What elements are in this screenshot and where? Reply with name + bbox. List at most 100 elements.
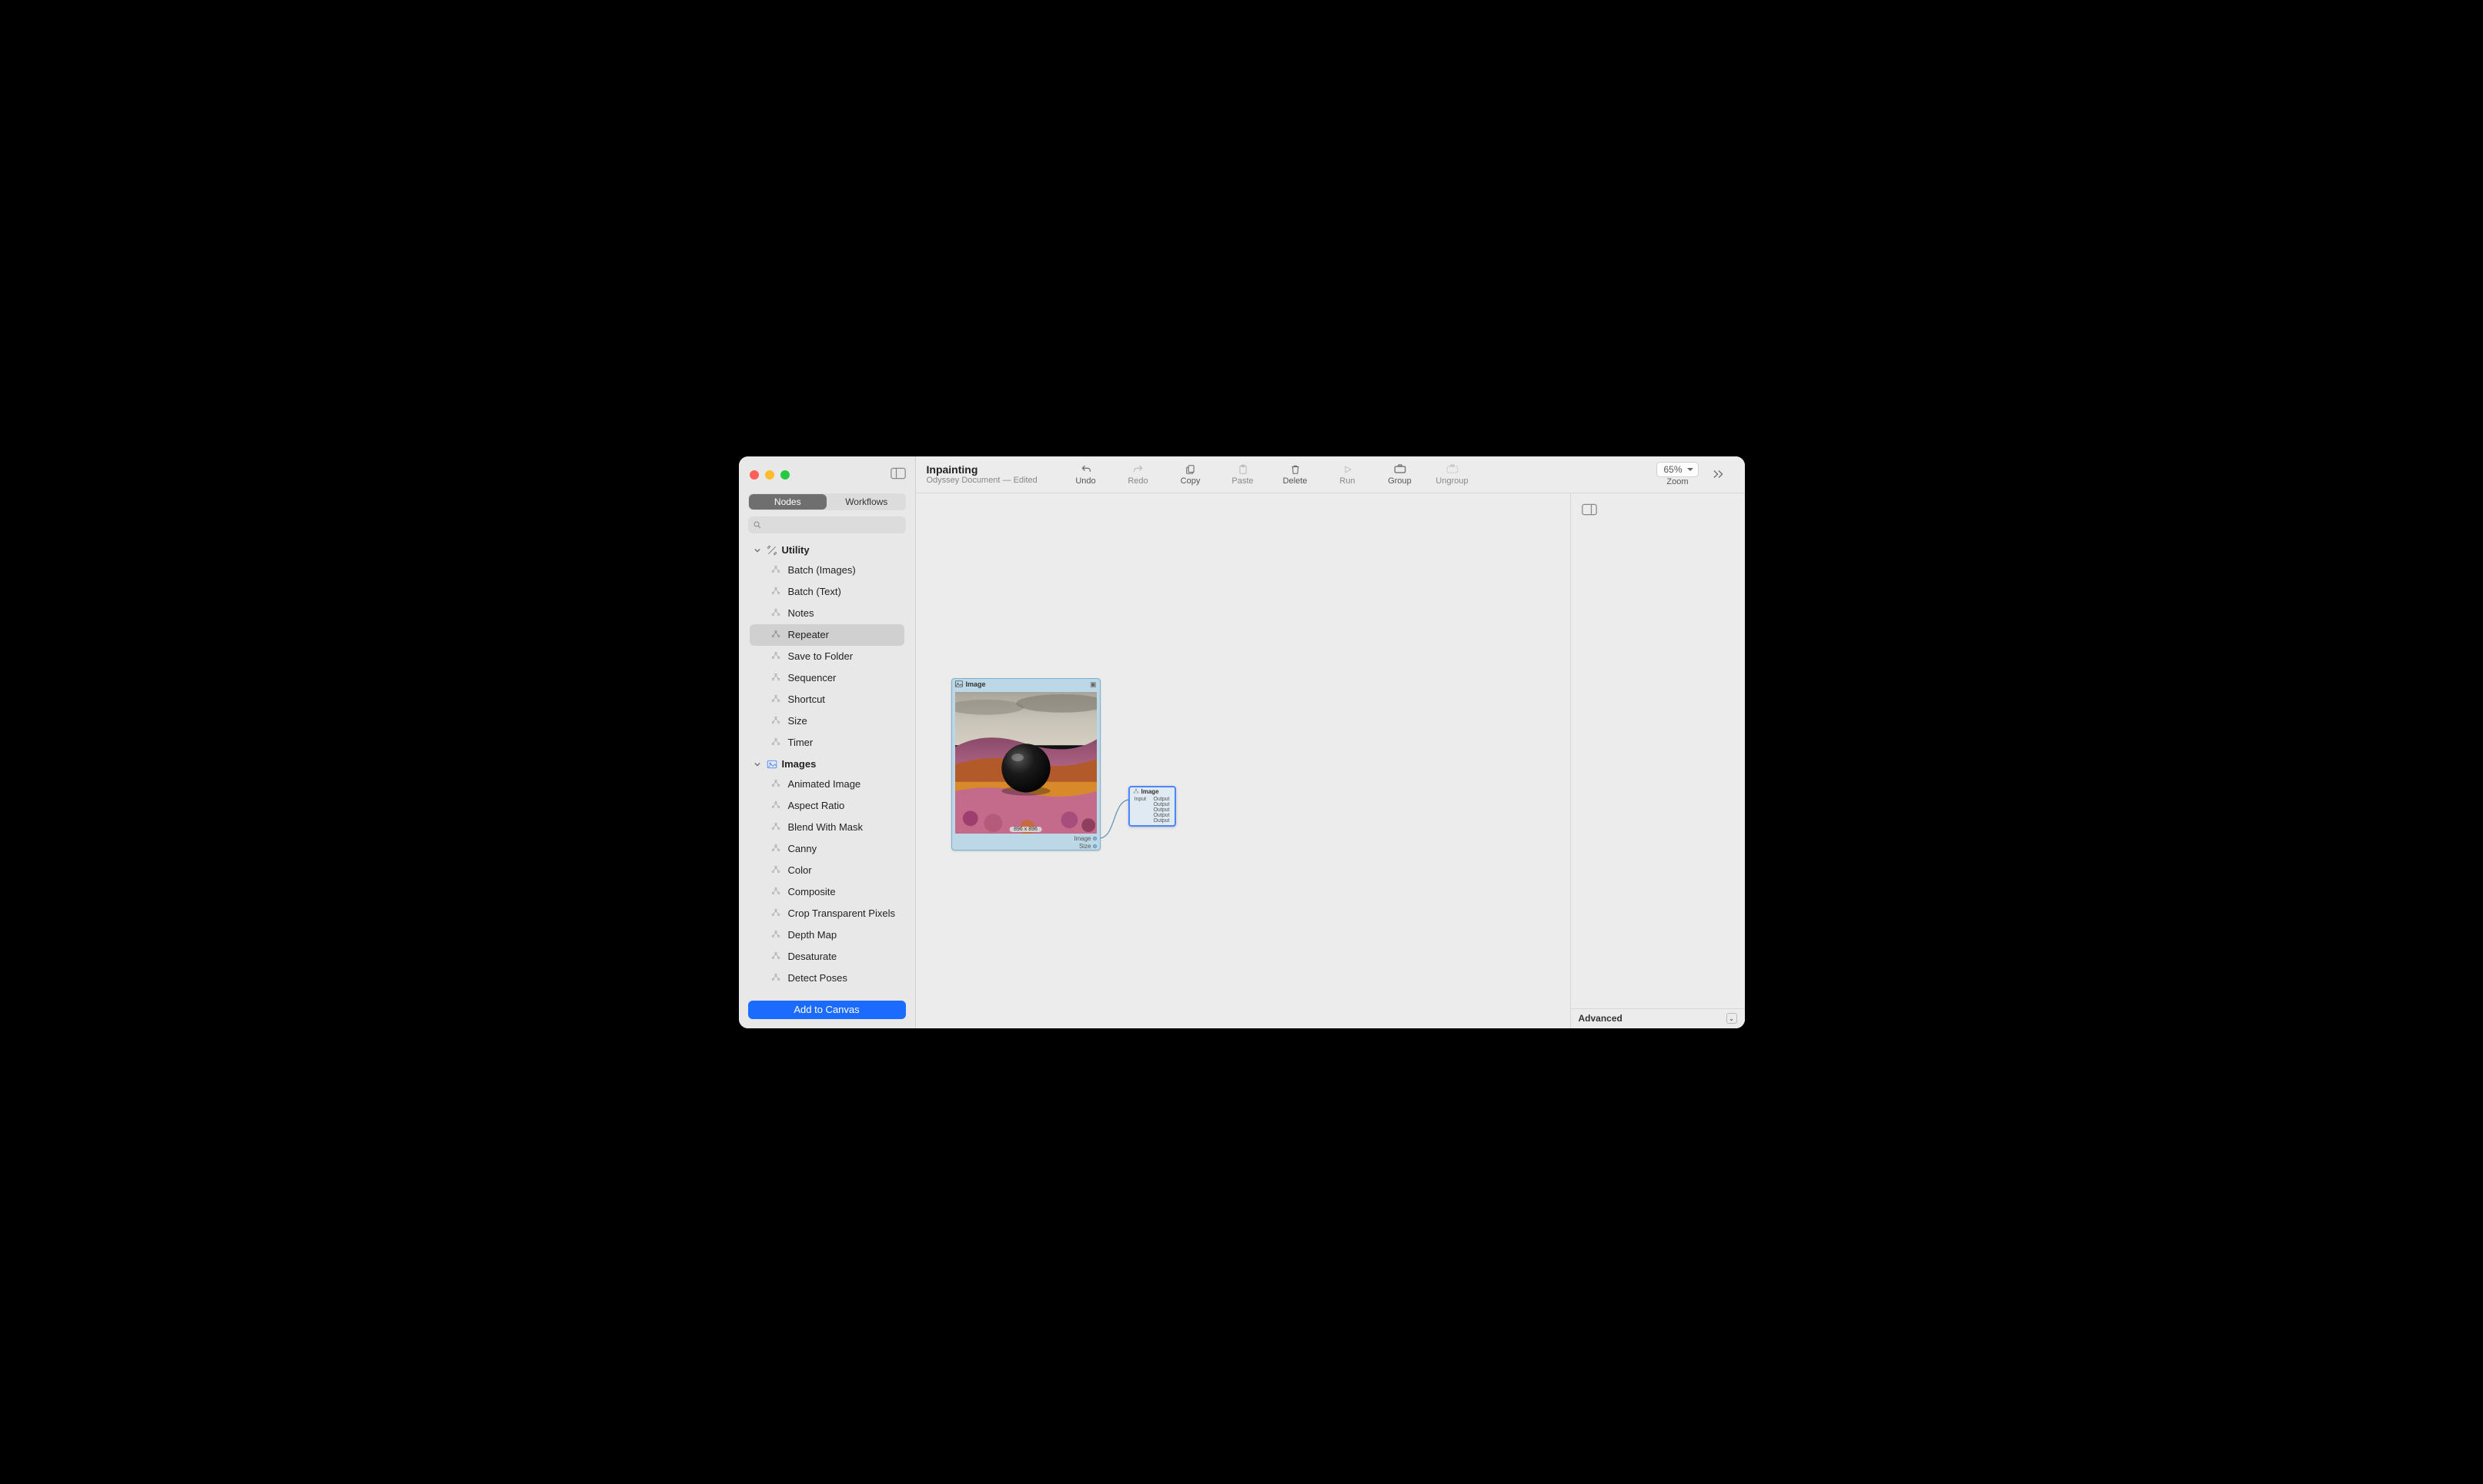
category-utility[interactable]: Utility — [744, 541, 911, 560]
undo-icon — [1080, 463, 1092, 476]
tab-nodes[interactable]: Nodes — [749, 494, 827, 510]
node-image-preview: 896 x 896 — [955, 692, 1097, 834]
sidebar-item-label: Depth Map — [788, 929, 837, 941]
sidebar-item-batch-text[interactable]: Batch (Text) — [744, 581, 911, 603]
copy-icon — [1185, 463, 1196, 476]
node-icon — [771, 951, 782, 962]
button-label: Undo — [1075, 476, 1095, 486]
panel-toggle-icon[interactable] — [1582, 503, 1597, 520]
sidebar-item-save-to-folder[interactable]: Save to Folder — [744, 646, 911, 667]
chevron-down-icon — [754, 544, 764, 556]
output-port-2[interactable]: Output — [1153, 807, 1171, 813]
sidebar-item-label: Size — [788, 715, 807, 727]
sidebar-item-repeater[interactable]: Repeater — [750, 624, 904, 646]
delete-button[interactable]: Delete — [1272, 463, 1319, 486]
sidebar-item-aspect-ratio[interactable]: Aspect Ratio — [744, 795, 911, 817]
minimize-window-button[interactable] — [765, 470, 774, 480]
output-port-size[interactable]: Size — [952, 843, 1100, 850]
button-label: Ungroup — [1435, 476, 1468, 486]
output-port-3[interactable]: Output — [1153, 813, 1171, 818]
sidebar-item-animated-image[interactable]: Animated Image — [744, 774, 911, 795]
sidebar-toggle-icon[interactable] — [891, 467, 906, 480]
sidebar-item-label: Composite — [788, 886, 836, 897]
search-input[interactable] — [748, 516, 906, 533]
ungroup-button[interactable]: Ungroup — [1429, 463, 1476, 486]
document-title: Inpainting — [927, 463, 1042, 476]
canvas-node-image[interactable]: Image ▣ — [951, 678, 1101, 851]
node-icon — [771, 844, 782, 854]
node-icon — [771, 587, 782, 597]
chevron-double-right-icon — [1712, 470, 1726, 479]
fullscreen-window-button[interactable] — [780, 470, 790, 480]
collapse-icon[interactable]: ▣ — [1090, 680, 1097, 689]
inspector-toolbar — [1571, 493, 1745, 530]
chevron-down-icon: ⌄ — [1726, 1013, 1737, 1024]
sidebar-item-color[interactable]: Color — [744, 860, 911, 881]
sidebar-item-crop-transparent-pixels[interactable]: Crop Transparent Pixels — [744, 903, 911, 924]
search-icon — [753, 520, 762, 530]
trash-icon — [1290, 463, 1301, 476]
sidebar-item-composite[interactable]: Composite — [744, 881, 911, 903]
output-port-4[interactable]: Output — [1153, 818, 1171, 824]
node-icon — [771, 630, 782, 640]
image-icon — [767, 758, 779, 770]
button-label: Run — [1339, 476, 1355, 486]
toolbar-overflow-button[interactable] — [1703, 470, 1734, 479]
node-icon — [1133, 788, 1139, 796]
zoom-select[interactable]: 65% — [1656, 462, 1698, 477]
node-icon — [771, 608, 782, 619]
sidebar-item-label: Batch (Text) — [788, 586, 841, 597]
output-port-0[interactable]: Output — [1153, 797, 1171, 802]
toolbar: Inpainting Odyssey Document — Edited Und… — [916, 456, 1745, 493]
sidebar: Nodes Workflows Utility Batch (Images) — [739, 456, 916, 1028]
sidebar-item-size[interactable]: Size — [744, 710, 911, 732]
input-port[interactable]: Input — [1133, 797, 1147, 802]
category-images[interactable]: Images — [744, 755, 911, 774]
sidebar-item-depth-map[interactable]: Depth Map — [744, 924, 911, 946]
sidebar-item-sequencer[interactable]: Sequencer — [744, 667, 911, 689]
zoom-value: 65% — [1663, 464, 1682, 475]
sidebar-item-label: Detect Poses — [788, 972, 847, 984]
node-icon — [771, 565, 782, 576]
sidebar-tab-switch: Nodes Workflows — [748, 493, 906, 510]
node-tree: Utility Batch (Images) Batch (Text) Note… — [739, 541, 915, 993]
run-button[interactable]: Run — [1324, 463, 1372, 486]
add-to-canvas-button[interactable]: Add to Canvas — [748, 1001, 906, 1019]
sidebar-item-desaturate[interactable]: Desaturate — [744, 946, 911, 968]
sidebar-item-batch-images[interactable]: Batch (Images) — [744, 560, 911, 581]
sidebar-item-timer[interactable]: Timer — [744, 732, 911, 754]
canvas-node-repeater[interactable]: Image Input Output Output Output Output … — [1128, 786, 1176, 827]
tab-workflows[interactable]: Workflows — [827, 493, 906, 510]
close-window-button[interactable] — [750, 470, 759, 480]
sidebar-item-label: Canny — [788, 843, 817, 854]
sidebar-item-notes[interactable]: Notes — [744, 603, 911, 624]
sidebar-item-canny[interactable]: Canny — [744, 838, 911, 860]
node-icon — [771, 887, 782, 897]
sidebar-item-label: Batch (Images) — [788, 564, 856, 576]
sidebar-item-detect-poses[interactable]: Detect Poses — [744, 968, 911, 989]
copy-button[interactable]: Copy — [1167, 463, 1215, 486]
advanced-panel-header[interactable]: Advanced ⌄ — [1571, 1008, 1745, 1028]
paste-button[interactable]: Paste — [1219, 463, 1267, 486]
button-label: Redo — [1128, 476, 1148, 486]
sidebar-item-label: Animated Image — [788, 778, 861, 790]
zoom-control: 65% Zoom — [1656, 462, 1698, 486]
button-label: Delete — [1283, 476, 1308, 486]
sidebar-item-label: Notes — [788, 607, 814, 619]
group-button[interactable]: Group — [1376, 463, 1424, 486]
button-label: Group — [1388, 476, 1412, 486]
sidebar-item-label: Repeater — [788, 629, 829, 640]
output-port-1[interactable]: Output — [1153, 802, 1171, 807]
sidebar-item-shortcut[interactable]: Shortcut — [744, 689, 911, 710]
category-label: Images — [782, 758, 817, 770]
output-port-image[interactable]: Image — [952, 835, 1100, 842]
undo-button[interactable]: Undo — [1062, 463, 1110, 486]
sidebar-item-label: Timer — [788, 737, 814, 748]
sidebar-item-blend-with-mask[interactable]: Blend With Mask — [744, 817, 911, 838]
paste-icon — [1238, 463, 1248, 476]
tools-icon — [767, 544, 779, 556]
redo-button[interactable]: Redo — [1115, 463, 1162, 486]
node-icon — [771, 673, 782, 684]
canvas[interactable]: Image ▣ — [916, 493, 1570, 1028]
node-icon — [771, 822, 782, 833]
